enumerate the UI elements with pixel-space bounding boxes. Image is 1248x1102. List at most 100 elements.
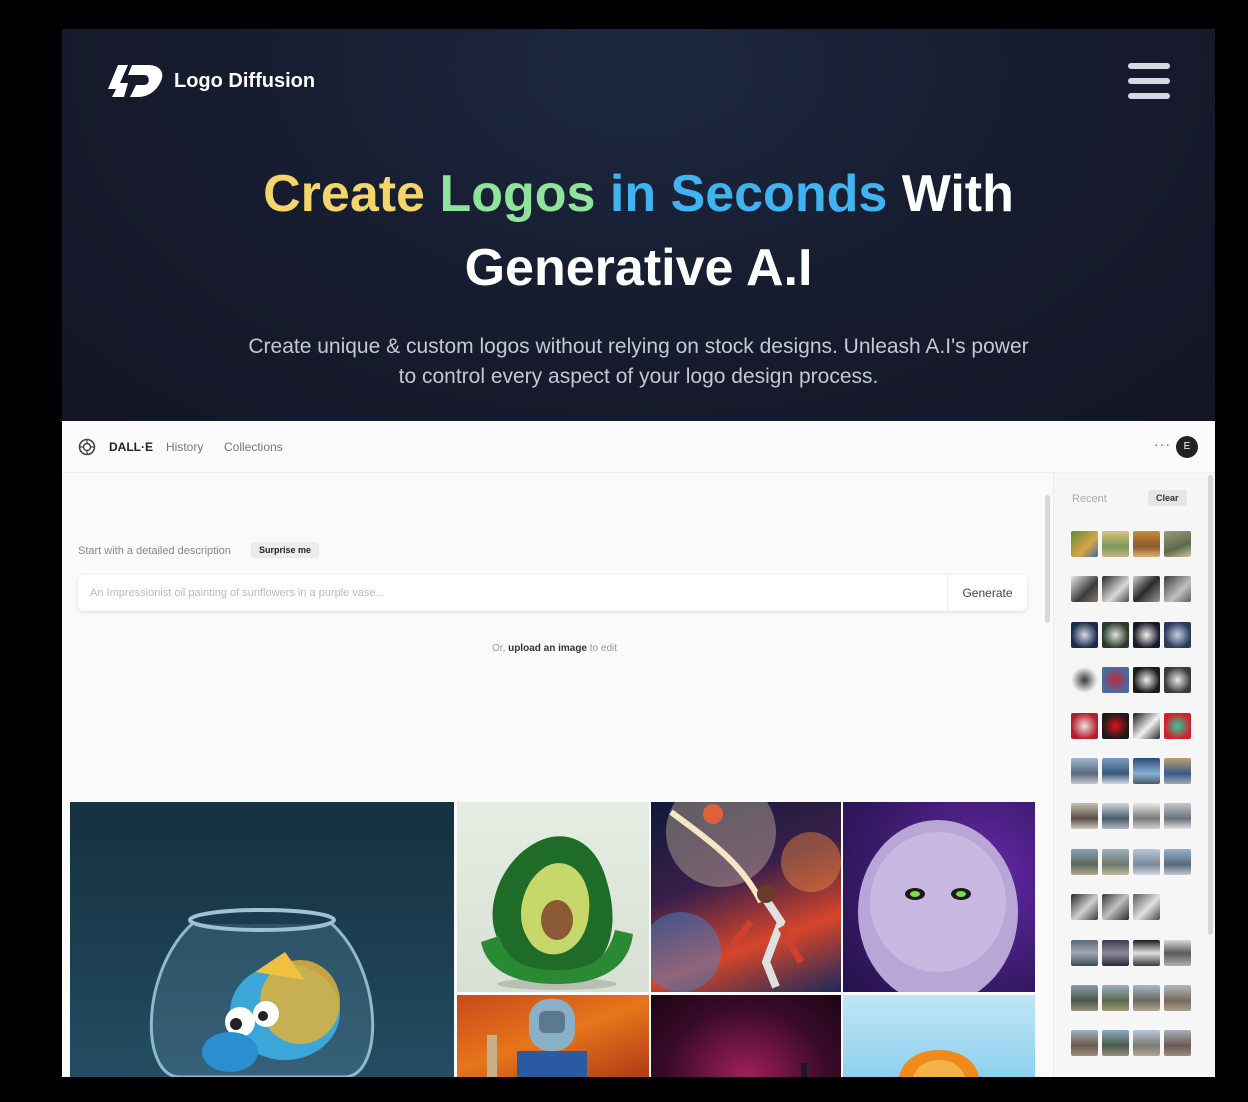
- recent-thumbnail[interactable]: [1071, 984, 1098, 1011]
- upload-image-link[interactable]: upload an image: [508, 643, 587, 654]
- gallery-image-robot-painting[interactable]: [457, 995, 649, 1077]
- subtitle-line2: to control every aspect of your logo des…: [398, 365, 879, 388]
- example-gallery: [70, 802, 1035, 1077]
- hamburger-menu-icon[interactable]: [1128, 63, 1170, 101]
- recent-thumbnail[interactable]: [1071, 576, 1098, 603]
- recent-thumbnail[interactable]: [1102, 894, 1129, 921]
- recent-thumbnail[interactable]: [1071, 939, 1098, 966]
- upload-suffix: to edit: [589, 643, 618, 654]
- generate-button[interactable]: Generate: [948, 575, 1027, 611]
- recent-thumbnail[interactable]: [1164, 848, 1191, 875]
- recent-thumbnail[interactable]: [1071, 531, 1098, 557]
- surprise-me-button[interactable]: Surprise me: [251, 542, 320, 558]
- recent-thumbnail[interactable]: [1071, 894, 1098, 921]
- brand-name: Logo Diffusion: [174, 69, 316, 92]
- describe-label: Start with a detailed description: [78, 545, 231, 557]
- thumb-row: [1071, 531, 1191, 576]
- recent-thumbnail[interactable]: [1102, 984, 1129, 1011]
- recent-thumbnail[interactable]: [1133, 803, 1160, 830]
- sidebar-scrollbar[interactable]: [1208, 475, 1213, 935]
- recent-thumbnail[interactable]: [1071, 757, 1098, 784]
- gallery-image-purple-monster[interactable]: [843, 802, 1035, 992]
- recent-thumbnail[interactable]: [1133, 984, 1160, 1011]
- recent-thumbnail[interactable]: [1164, 1030, 1191, 1057]
- hero-section: Logo Diffusion Create Logos in Seconds W…: [62, 29, 1215, 421]
- thumb-row: [1071, 848, 1191, 894]
- recent-thumbnail[interactable]: [1102, 576, 1129, 603]
- orange-slice-illustration: [899, 1050, 979, 1077]
- nav-history[interactable]: History: [166, 440, 203, 454]
- recent-thumbnail[interactable]: [1133, 1030, 1160, 1057]
- gallery-image-avocado-chair[interactable]: [457, 802, 649, 992]
- recent-thumbnail[interactable]: [1133, 894, 1160, 921]
- gallery-image-fishbowl[interactable]: [70, 802, 454, 1077]
- recent-thumbnail[interactable]: [1071, 848, 1098, 875]
- thumb-row: [1071, 984, 1191, 1030]
- more-menu-icon[interactable]: ···: [1154, 436, 1171, 452]
- avocado-chair-illustration: [481, 836, 633, 990]
- recent-thumbnail[interactable]: [1164, 667, 1191, 694]
- recent-thumbnail[interactable]: [1133, 531, 1160, 557]
- recent-thumbnail[interactable]: [1133, 576, 1160, 603]
- recent-thumbnail[interactable]: [1164, 984, 1191, 1011]
- recent-thumbnail[interactable]: [1102, 757, 1129, 784]
- gallery-image-dark-scene[interactable]: [651, 995, 841, 1077]
- dark-scene-illustration: [801, 1063, 807, 1077]
- recent-thumbnail[interactable]: [1164, 757, 1191, 784]
- thumb-row: [1071, 1030, 1191, 1075]
- gallery-image-orange-slice[interactable]: [843, 995, 1035, 1077]
- recent-label: Recent: [1072, 493, 1107, 505]
- recent-thumbnail[interactable]: [1164, 531, 1191, 557]
- recent-thumbnail[interactable]: [1133, 939, 1160, 966]
- headline-word-logos: Logos: [439, 165, 596, 223]
- recent-thumbnail[interactable]: [1071, 712, 1098, 739]
- headline-line2: Generative A.I: [464, 239, 813, 297]
- recent-thumbnail[interactable]: [1102, 712, 1129, 739]
- recent-thumbnail[interactable]: [1164, 576, 1191, 603]
- prompt-input[interactable]: [78, 575, 946, 611]
- recent-thumbnail[interactable]: [1071, 1030, 1098, 1057]
- gallery-image-basketball-nebula[interactable]: [651, 802, 841, 992]
- recent-thumbnail[interactable]: [1133, 667, 1160, 694]
- thumb-row: [1071, 757, 1191, 803]
- recent-thumbnail[interactable]: [1133, 848, 1160, 875]
- recent-thumbnail[interactable]: [1102, 667, 1129, 694]
- thumb-row: [1071, 894, 1191, 939]
- openai-icon[interactable]: [78, 438, 96, 456]
- app-name[interactable]: DALL·E: [109, 440, 153, 454]
- headline-word-in-seconds: in Seconds: [609, 165, 888, 223]
- purple-monster-illustration: [858, 820, 1018, 992]
- recent-thumbnail[interactable]: [1133, 757, 1160, 784]
- thumb-row: [1071, 576, 1191, 621]
- recent-thumbnail[interactable]: [1102, 621, 1129, 648]
- basketball-nebula-illustration: [651, 802, 841, 992]
- thumb-row: [1071, 939, 1191, 985]
- recent-thumbnail[interactable]: [1071, 621, 1098, 648]
- recent-thumbnail[interactable]: [1102, 531, 1129, 557]
- thumb-row: [1071, 621, 1191, 667]
- robot-painting-illustration: [487, 999, 587, 1077]
- recent-thumbnail[interactable]: [1102, 1030, 1129, 1057]
- recent-thumbnail[interactable]: [1164, 939, 1191, 966]
- subtitle-line1: Create unique & custom logos without rel…: [248, 335, 1029, 358]
- app-topbar: DALL·E History Collections ··· E: [62, 421, 1215, 473]
- recent-thumbnails: [1071, 531, 1191, 1076]
- recent-thumbnail[interactable]: [1164, 621, 1191, 648]
- recent-thumbnail[interactable]: [1133, 621, 1160, 648]
- recent-thumbnail[interactable]: [1071, 667, 1098, 694]
- recent-thumbnail[interactable]: [1102, 803, 1129, 830]
- recent-thumbnail[interactable]: [1102, 939, 1129, 966]
- recent-thumbnail[interactable]: [1164, 803, 1191, 830]
- app-preview: DALL·E History Collections ··· E Start w…: [62, 421, 1215, 1077]
- recent-thumbnail[interactable]: [1102, 848, 1129, 875]
- clear-button[interactable]: Clear: [1148, 490, 1187, 506]
- recent-thumbnail[interactable]: [1133, 712, 1160, 739]
- user-avatar[interactable]: E: [1176, 436, 1198, 458]
- recent-thumbnail[interactable]: [1071, 803, 1098, 830]
- recent-thumbnail[interactable]: [1164, 712, 1191, 739]
- headline-word-with: With: [901, 165, 1014, 223]
- prompt-box: Generate: [78, 575, 1027, 611]
- main-scrollbar[interactable]: [1045, 495, 1050, 623]
- nav-collections[interactable]: Collections: [224, 440, 283, 454]
- brand-link[interactable]: Logo Diffusion: [108, 63, 315, 99]
